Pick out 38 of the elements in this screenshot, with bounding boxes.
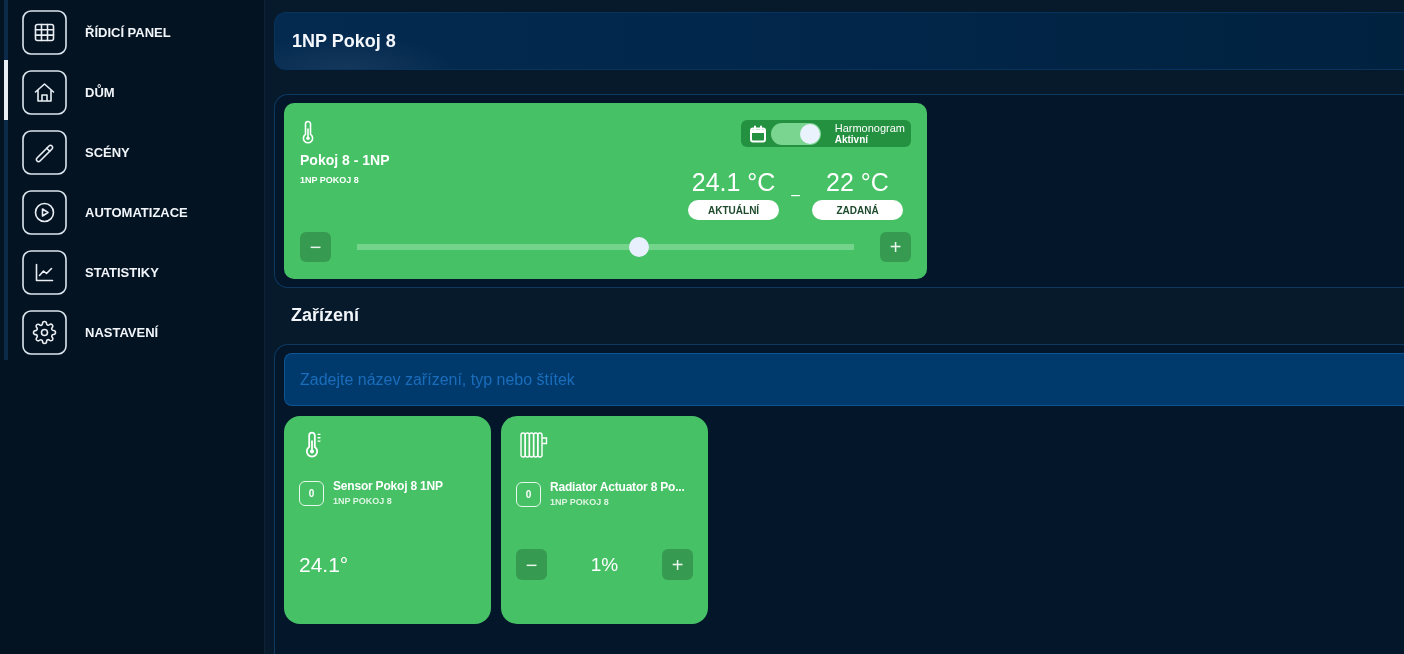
device-name: Sensor Pokoj 8 1NP bbox=[333, 479, 443, 493]
separator-dash: – bbox=[791, 186, 800, 203]
thermometer-icon bbox=[303, 431, 321, 458]
room-title: Pokoj 8 - 1NP bbox=[300, 152, 390, 168]
slider-thumb[interactable] bbox=[628, 237, 649, 257]
search-field[interactable]: Zadejte název zařízení, typ nebo štítek bbox=[284, 353, 1404, 406]
schedule-status: Aktivní bbox=[834, 134, 869, 145]
room-label: 1NP POKOJ 8 bbox=[300, 175, 359, 186]
sidebar-item[interactable]: STATISTIKY bbox=[4, 240, 204, 300]
count-badge: 0 bbox=[516, 481, 541, 507]
calendar-icon bbox=[748, 124, 767, 143]
target-label: ZADANÁ bbox=[812, 200, 903, 220]
position-value: 1% bbox=[590, 553, 619, 576]
grid-icon bbox=[22, 10, 67, 55]
toggle-switch[interactable] bbox=[770, 122, 821, 145]
page-title: 1NP Pokoj 8 bbox=[292, 30, 396, 52]
section-title: Zařízení bbox=[291, 304, 361, 326]
schedule-label: Harmonogram bbox=[834, 122, 905, 134]
sidebar-item[interactable]: NASTAVENÍ bbox=[4, 300, 204, 360]
sidebar-item[interactable]: AUTOMATIZACE bbox=[4, 180, 204, 240]
play-icon bbox=[22, 190, 67, 235]
device-room: 1NP POKOJ 8 bbox=[550, 497, 609, 508]
sidebar-item[interactable]: ŘÍDICÍ PANEL bbox=[4, 0, 204, 60]
count-badge: 0 bbox=[299, 480, 324, 506]
current-label: AKTUÁLNÍ bbox=[688, 200, 780, 220]
sidebar-item[interactable]: DŮM bbox=[4, 60, 204, 120]
thermometer-icon bbox=[300, 120, 316, 144]
target-temperature: 22 °C bbox=[826, 169, 889, 195]
sidebar-item[interactable]: SCÉNY bbox=[4, 120, 204, 180]
line-chart-icon bbox=[22, 250, 67, 295]
device-name: Radiator Actuator 8 Po... bbox=[550, 480, 685, 494]
current-temperature: 24.1 °C bbox=[691, 169, 776, 195]
settings-icon bbox=[22, 310, 67, 355]
device-room: 1NP POKOJ 8 bbox=[333, 496, 392, 507]
home-icon bbox=[22, 70, 67, 115]
wand-icon bbox=[22, 130, 67, 175]
radiator-icon bbox=[520, 431, 548, 459]
sensor-reading: 24.1° bbox=[299, 552, 349, 577]
